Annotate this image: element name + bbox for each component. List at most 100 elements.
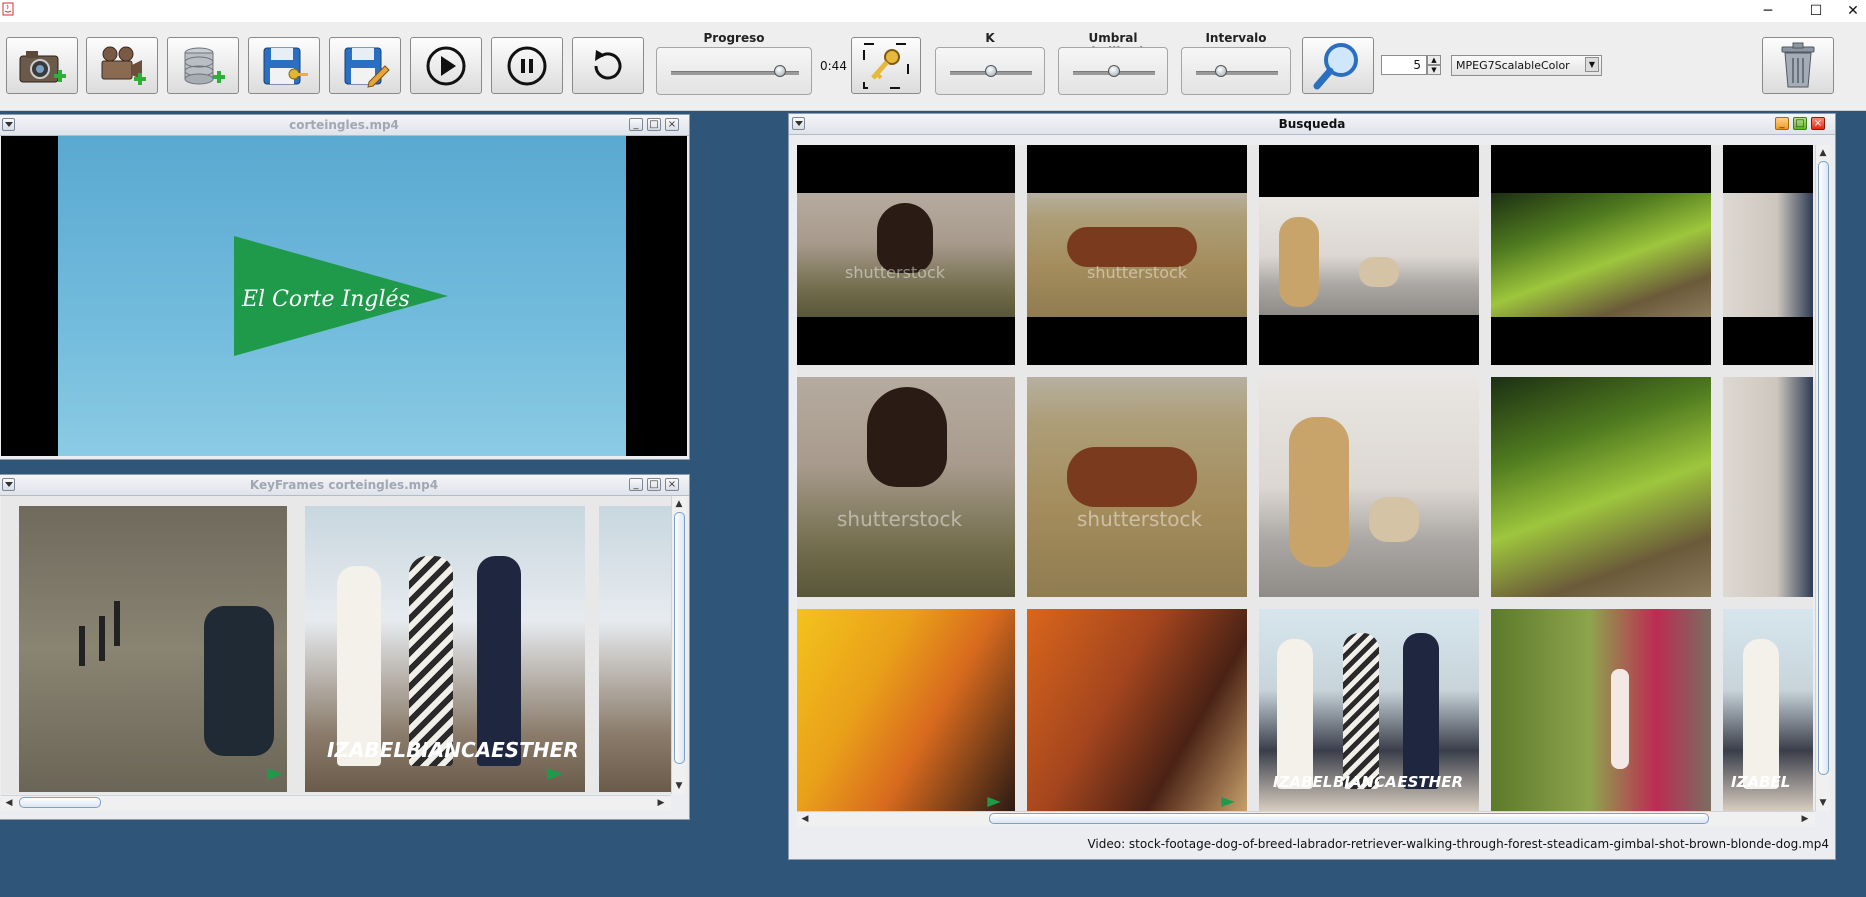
scroll-right-icon[interactable]: ▶ [1799,813,1811,825]
result-thumbnail[interactable] [1723,377,1813,597]
descriptor-select[interactable]: MPEG7ScalableColor ▼ [1451,55,1602,76]
frame-close-icon[interactable]: × [1811,117,1825,130]
video-canvas[interactable]: El Corte Inglés [1,136,687,456]
result-thumbnail[interactable] [1259,145,1479,365]
minimize-button[interactable]: ─ [1745,0,1791,22]
result-thumbnail[interactable] [1723,145,1813,365]
result-thumbnail[interactable] [1491,377,1711,597]
scroll-thumb[interactable] [1818,161,1829,775]
scroll-thumb[interactable] [19,797,101,808]
reload-button[interactable] [572,37,644,94]
play-button[interactable] [410,37,482,94]
scroll-down-icon[interactable]: ▼ [673,780,685,792]
frame-minimize-icon[interactable]: _ [629,478,643,491]
search-frame[interactable]: Busqueda _ □ × shutterstock shutterstock [788,113,1836,860]
scroll-up-icon[interactable]: ▲ [1817,147,1829,159]
result-thumbnail[interactable] [1491,609,1711,811]
logo-pennant-icon [267,768,283,780]
logo-pennant-icon [1221,797,1235,807]
keyframes-hscrollbar[interactable]: ◀ ▶ [1,795,671,810]
result-thumbnail[interactable]: shutterstock [797,377,1015,597]
result-thumbnail[interactable] [1259,377,1479,597]
pause-icon [507,46,547,85]
window-title-bar: ─ ☐ ✕ [0,0,1866,22]
save-key-icon [263,47,308,84]
umbral-slider[interactable] [1058,47,1168,95]
add-video-button[interactable] [86,37,158,94]
progress-slider[interactable] [656,47,812,95]
keyframes-frame-titlebar[interactable]: KeyFrames corteingles.mp4 _ □ × [0,475,689,496]
k-slider[interactable] [935,47,1045,95]
frame-maximize-icon[interactable]: □ [647,118,661,131]
results-grid: shutterstock shutterstock shutterstock s… [797,145,1813,811]
scroll-thumb[interactable] [989,813,1709,824]
frame-maximize-icon[interactable]: □ [647,478,661,491]
k-spinner[interactable]: 5 ▲ ▼ [1381,55,1441,75]
frame-minimize-icon[interactable]: _ [1775,117,1789,130]
scroll-left-icon[interactable]: ◀ [3,797,15,809]
frame-close-icon[interactable]: × [665,118,679,131]
result-thumbnail[interactable]: IZABEL [1723,609,1813,811]
search-button[interactable] [1302,37,1374,94]
keyframe-thumbnail[interactable]: IZABEL BIANCA ESTHER [305,506,585,792]
scroll-up-icon[interactable]: ▲ [673,498,685,510]
scroll-thumb[interactable] [674,512,685,764]
chevron-down-icon[interactable]: ▼ [1585,57,1599,72]
dog-shape [1369,497,1419,542]
keyframes-frame[interactable]: KeyFrames corteingles.mp4 _ □ × IZABEL B… [0,474,690,820]
result-thumbnail[interactable] [797,609,1015,811]
spinner-value[interactable]: 5 [1381,55,1427,75]
minimize-icon: ─ [1763,3,1773,19]
scroll-right-icon[interactable]: ▶ [655,797,667,809]
key-icon [863,42,909,89]
result-thumbnail[interactable]: shutterstock [1027,145,1247,365]
intervalo-slider[interactable] [1181,47,1291,95]
search-frame-titlebar[interactable]: Busqueda _ □ × [789,114,1835,135]
results-hscrollbar[interactable]: ◀ ▶ [797,811,1815,826]
frame-close-icon[interactable]: × [665,478,679,491]
person-shape [337,566,381,766]
scroll-left-icon[interactable]: ◀ [799,813,811,825]
spinner-up-icon[interactable]: ▲ [1427,55,1441,65]
add-image-button[interactable] [6,37,78,94]
scroll-down-icon[interactable]: ▼ [1817,797,1829,809]
intervalo-track [1196,71,1278,75]
magnifier-icon [1313,42,1358,89]
maximize-button[interactable]: ☐ [1793,0,1839,22]
results-vscrollbar[interactable]: ▲ ▼ [1815,145,1830,811]
progress-thumb[interactable] [773,65,786,77]
close-button[interactable]: ✕ [1840,0,1866,22]
rotate-icon [594,49,622,79]
frame-minimize-icon[interactable]: _ [629,118,643,131]
add-database-button[interactable] [167,37,239,94]
caption-name: IZABEL [1273,773,1333,791]
toolbar: Progreso 0:44 K Umbral Similitud Int [0,22,1866,111]
pause-button[interactable] [491,37,563,94]
umbral-thumb[interactable] [1108,65,1120,77]
frame-maximize-icon[interactable]: □ [1793,117,1807,130]
delete-button[interactable] [1762,37,1834,94]
caption-name: BIANCA [1332,773,1397,791]
watermark: shutterstock [837,507,963,531]
result-thumbnail[interactable]: shutterstock [1027,377,1247,597]
k-thumb[interactable] [985,65,997,77]
keyframe-thumbnail[interactable] [19,506,287,792]
result-thumbnail[interactable] [1491,145,1711,365]
keyframes-vscrollbar[interactable]: ▲ ▼ [671,496,686,794]
result-thumbnail[interactable] [1027,609,1247,811]
save-edit-button[interactable] [329,37,401,94]
result-thumbnail[interactable]: shutterstock [797,145,1015,365]
player-frame[interactable]: corteingles.mp4 _ □ × El Corte Inglés [0,114,690,460]
result-image [1491,193,1711,317]
spinner-down-icon[interactable]: ▼ [1427,65,1441,75]
player-frame-titlebar[interactable]: corteingles.mp4 _ □ × [0,115,689,136]
keyframe-button[interactable] [851,37,921,94]
save-key-button[interactable] [248,37,320,94]
keyframe-thumbnail[interactable] [599,506,671,792]
result-thumbnail[interactable]: IZABEL BIANCA ESTHER [1259,609,1479,811]
intervalo-thumb[interactable] [1214,65,1227,77]
watermark: shutterstock [1087,263,1188,282]
java-icon [2,2,14,16]
person-shape [409,556,453,766]
intervalo-slider-group: Intervalo [1181,31,1291,101]
